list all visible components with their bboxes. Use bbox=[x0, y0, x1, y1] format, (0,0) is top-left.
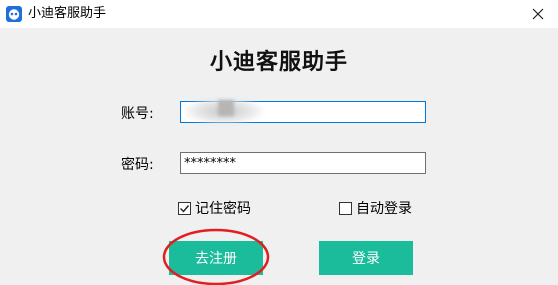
password-input[interactable] bbox=[180, 152, 426, 174]
auto-login-label: 自动登录 bbox=[356, 201, 412, 217]
close-button[interactable] bbox=[518, 0, 558, 28]
remember-password-box[interactable] bbox=[178, 201, 191, 215]
window-title: 小迪客服助手 bbox=[28, 6, 107, 21]
account-label: 账号: bbox=[121, 106, 154, 122]
redacted-account-blur-core bbox=[218, 100, 234, 116]
password-label: 密码: bbox=[121, 157, 154, 173]
auto-login-box[interactable] bbox=[339, 201, 352, 215]
page-title: 小迪客服助手 bbox=[209, 50, 348, 75]
remember-password-checkbox[interactable]: 记住密码 bbox=[178, 198, 251, 218]
check-icon bbox=[180, 204, 190, 213]
app-logo-icon bbox=[6, 6, 22, 22]
title-bar: 小迪客服助手 bbox=[0, 0, 558, 28]
auto-login-checkbox[interactable]: 自动登录 bbox=[339, 198, 412, 218]
remember-password-label: 记住密码 bbox=[195, 201, 251, 217]
close-icon bbox=[532, 8, 544, 20]
register-button[interactable]: 去注册 bbox=[169, 241, 263, 275]
annotation-red-ellipse bbox=[162, 228, 270, 285]
login-button[interactable]: 登录 bbox=[319, 241, 413, 275]
login-window: 小迪客服助手 小迪客服助手 账号: 密码: 记住密码 自动登录 去注册 登录 bbox=[0, 0, 558, 285]
